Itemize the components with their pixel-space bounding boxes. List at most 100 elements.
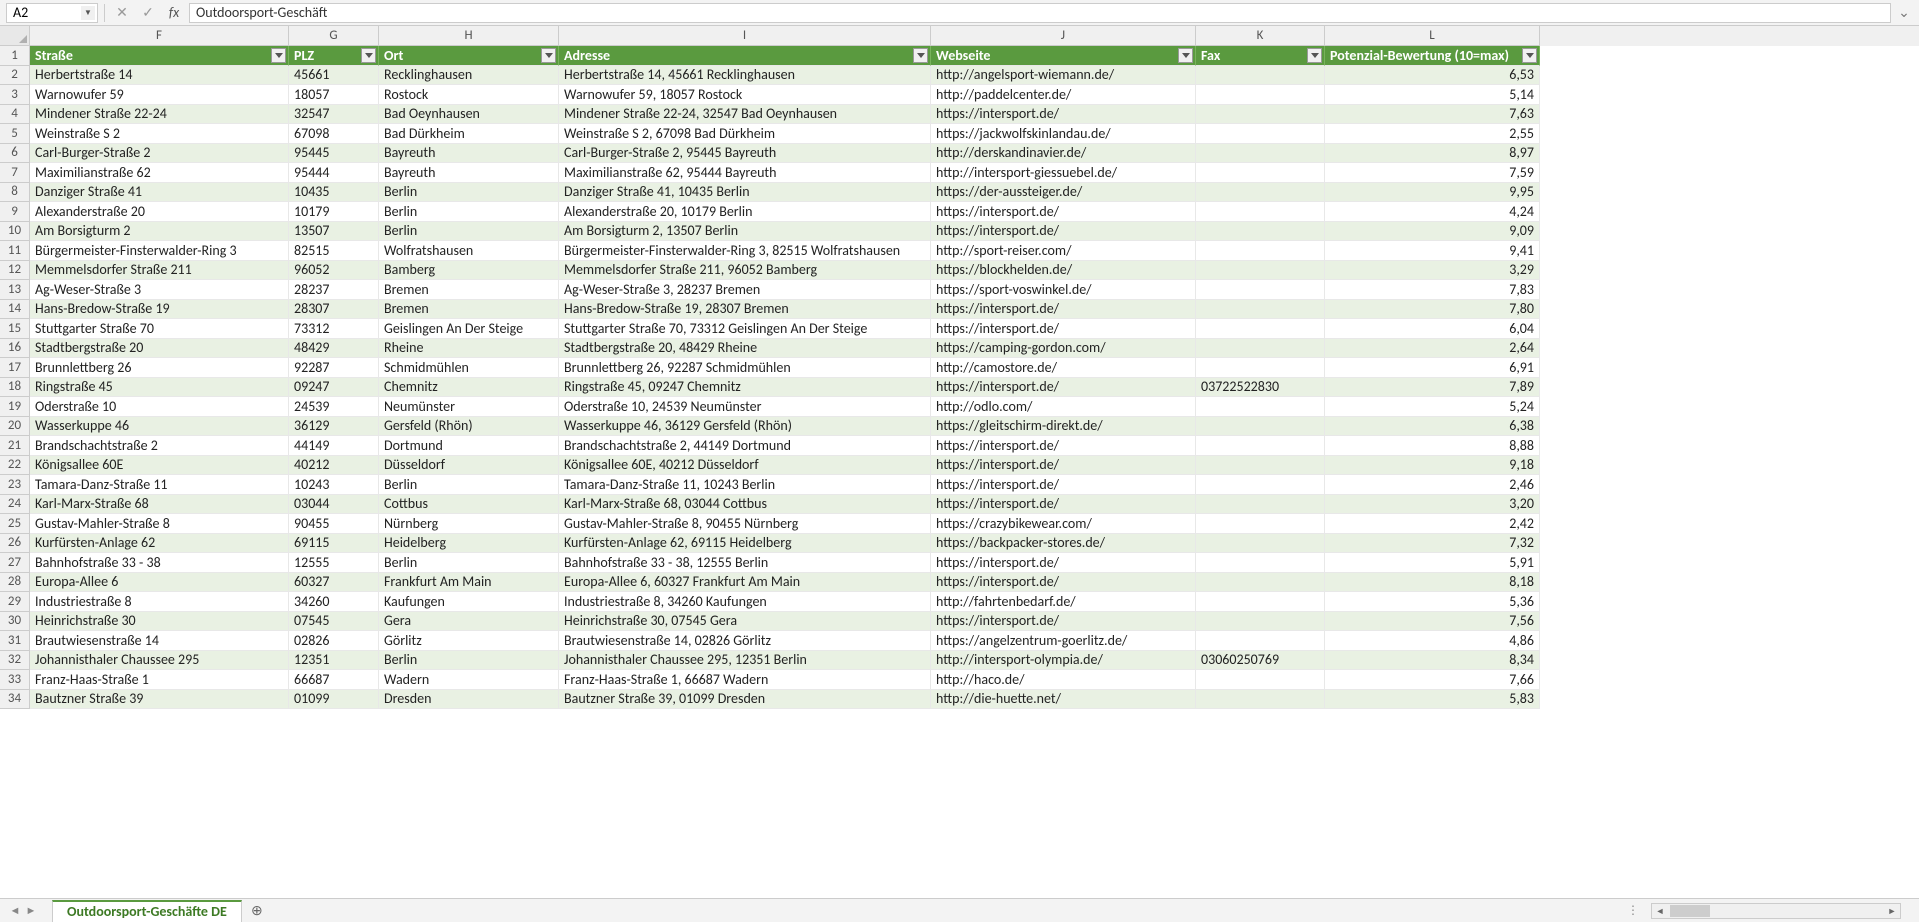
- cell[interactable]: Brandschachtstraße 2, 44149 Dortmund: [559, 436, 931, 456]
- cell[interactable]: Gera: [379, 612, 559, 632]
- row-header-33[interactable]: 33: [0, 670, 30, 690]
- cell[interactable]: http://die-huette.net/: [931, 690, 1196, 710]
- cell[interactable]: Berlin: [379, 202, 559, 222]
- cell[interactable]: [1196, 85, 1325, 105]
- cell[interactable]: [1196, 612, 1325, 632]
- cell[interactable]: Alexanderstraße 20, 10179 Berlin: [559, 202, 931, 222]
- cell[interactable]: http://sport-reiser.com/: [931, 241, 1196, 261]
- cell[interactable]: Weinstraße S 2: [30, 124, 289, 144]
- cell[interactable]: [1196, 690, 1325, 710]
- cell[interactable]: Recklinghausen: [379, 66, 559, 86]
- scroll-left-icon[interactable]: ◄: [1652, 904, 1668, 918]
- cell[interactable]: Bürgermeister-Finsterwalder-Ring 3, 8251…: [559, 241, 931, 261]
- cell[interactable]: Industriestraße 8, 34260 Kaufungen: [559, 592, 931, 612]
- cell[interactable]: Wasserkuppe 46: [30, 417, 289, 437]
- cell[interactable]: [1196, 300, 1325, 320]
- cell[interactable]: [1196, 397, 1325, 417]
- cell[interactable]: Bayreuth: [379, 144, 559, 164]
- row-header-3[interactable]: 3: [0, 85, 30, 105]
- row-header-32[interactable]: 32: [0, 651, 30, 671]
- cell[interactable]: http://paddelcenter.de/: [931, 85, 1196, 105]
- cell[interactable]: https://intersport.de/: [931, 300, 1196, 320]
- cell[interactable]: [1196, 456, 1325, 476]
- cell[interactable]: http://odlo.com/: [931, 397, 1196, 417]
- filter-dropdown-icon[interactable]: [271, 48, 286, 63]
- cell[interactable]: Warnowufer 59, 18057 Rostock: [559, 85, 931, 105]
- cell[interactable]: Gersfeld (Rhön): [379, 417, 559, 437]
- cell[interactable]: http://haco.de/: [931, 670, 1196, 690]
- cell[interactable]: 10179: [289, 202, 379, 222]
- row-header-22[interactable]: 22: [0, 456, 30, 476]
- table-header-cell[interactable]: Fax: [1196, 46, 1325, 66]
- cell[interactable]: Heinrichstraße 30, 07545 Gera: [559, 612, 931, 632]
- cell[interactable]: Franz-Haas-Straße 1: [30, 670, 289, 690]
- cell[interactable]: Bad Dürkheim: [379, 124, 559, 144]
- cell[interactable]: 4,86: [1325, 631, 1540, 651]
- cell[interactable]: Ringstraße 45: [30, 378, 289, 398]
- accept-formula-button[interactable]: ✓: [137, 3, 159, 23]
- cell[interactable]: Tamara-Danz-Straße 11, 10243 Berlin: [559, 475, 931, 495]
- cell[interactable]: 5,24: [1325, 397, 1540, 417]
- cell[interactable]: 40212: [289, 456, 379, 476]
- cell[interactable]: Danziger Straße 41: [30, 183, 289, 203]
- cell[interactable]: 92287: [289, 358, 379, 378]
- cell[interactable]: Geislingen An Der Steige: [379, 319, 559, 339]
- cell[interactable]: 10243: [289, 475, 379, 495]
- cell[interactable]: 03060250769: [1196, 651, 1325, 671]
- cell[interactable]: 07545: [289, 612, 379, 632]
- filter-dropdown-icon[interactable]: [913, 48, 928, 63]
- cell[interactable]: 95445: [289, 144, 379, 164]
- cell[interactable]: 7,59: [1325, 163, 1540, 183]
- row-header-13[interactable]: 13: [0, 280, 30, 300]
- cell[interactable]: 13507: [289, 222, 379, 242]
- table-header-cell[interactable]: PLZ: [289, 46, 379, 66]
- column-header-J[interactable]: J: [931, 26, 1196, 46]
- cell[interactable]: Danziger Straße 41, 10435 Berlin: [559, 183, 931, 203]
- cell[interactable]: https://intersport.de/: [931, 456, 1196, 476]
- cell[interactable]: 7,83: [1325, 280, 1540, 300]
- cell[interactable]: 28237: [289, 280, 379, 300]
- cell[interactable]: Berlin: [379, 183, 559, 203]
- cell[interactable]: Königsallee 60E, 40212 Düsseldorf: [559, 456, 931, 476]
- cell[interactable]: Europa-Allee 6: [30, 573, 289, 593]
- cell[interactable]: https://intersport.de/: [931, 319, 1196, 339]
- tab-splitter-icon[interactable]: ⋮: [1627, 903, 1639, 918]
- cell[interactable]: 60327: [289, 573, 379, 593]
- cell[interactable]: https://camping-gordon.com/: [931, 339, 1196, 359]
- formula-input[interactable]: Outdoorsport-Geschäft: [189, 3, 1891, 23]
- scroll-right-icon[interactable]: ►: [1884, 904, 1900, 918]
- cell[interactable]: 8,34: [1325, 651, 1540, 671]
- cell[interactable]: [1196, 183, 1325, 203]
- row-header-16[interactable]: 16: [0, 339, 30, 359]
- cell[interactable]: 5,83: [1325, 690, 1540, 710]
- row-header-4[interactable]: 4: [0, 105, 30, 125]
- cell[interactable]: Heidelberg: [379, 534, 559, 554]
- cell[interactable]: 73312: [289, 319, 379, 339]
- row-header-30[interactable]: 30: [0, 612, 30, 632]
- cell[interactable]: 8,88: [1325, 436, 1540, 456]
- cell[interactable]: Wasserkuppe 46, 36129 Gersfeld (Rhön): [559, 417, 931, 437]
- cell[interactable]: Stadtbergstraße 20: [30, 339, 289, 359]
- cell[interactable]: 9,18: [1325, 456, 1540, 476]
- cell[interactable]: 66687: [289, 670, 379, 690]
- cell[interactable]: Dresden: [379, 690, 559, 710]
- cell[interactable]: Karl-Marx-Straße 68, 03044 Cottbus: [559, 495, 931, 515]
- cell[interactable]: Carl-Burger-Straße 2: [30, 144, 289, 164]
- cell[interactable]: Bayreuth: [379, 163, 559, 183]
- fx-icon[interactable]: fx: [163, 3, 185, 23]
- cell[interactable]: 6,04: [1325, 319, 1540, 339]
- cell[interactable]: 7,66: [1325, 670, 1540, 690]
- cell[interactable]: Brunnlettberg 26: [30, 358, 289, 378]
- cell[interactable]: Memmelsdorfer Straße 211: [30, 261, 289, 281]
- cell[interactable]: [1196, 241, 1325, 261]
- cell[interactable]: [1196, 573, 1325, 593]
- column-header-K[interactable]: K: [1196, 26, 1325, 46]
- cell[interactable]: https://jackwolfskinlandau.de/: [931, 124, 1196, 144]
- cell[interactable]: Kaufungen: [379, 592, 559, 612]
- cell[interactable]: 48429: [289, 339, 379, 359]
- cell[interactable]: Memmelsdorfer Straße 211, 96052 Bamberg: [559, 261, 931, 281]
- cell[interactable]: 44149: [289, 436, 379, 456]
- cell[interactable]: Rheine: [379, 339, 559, 359]
- cell[interactable]: https://angelzentrum-goerlitz.de/: [931, 631, 1196, 651]
- cell[interactable]: 24539: [289, 397, 379, 417]
